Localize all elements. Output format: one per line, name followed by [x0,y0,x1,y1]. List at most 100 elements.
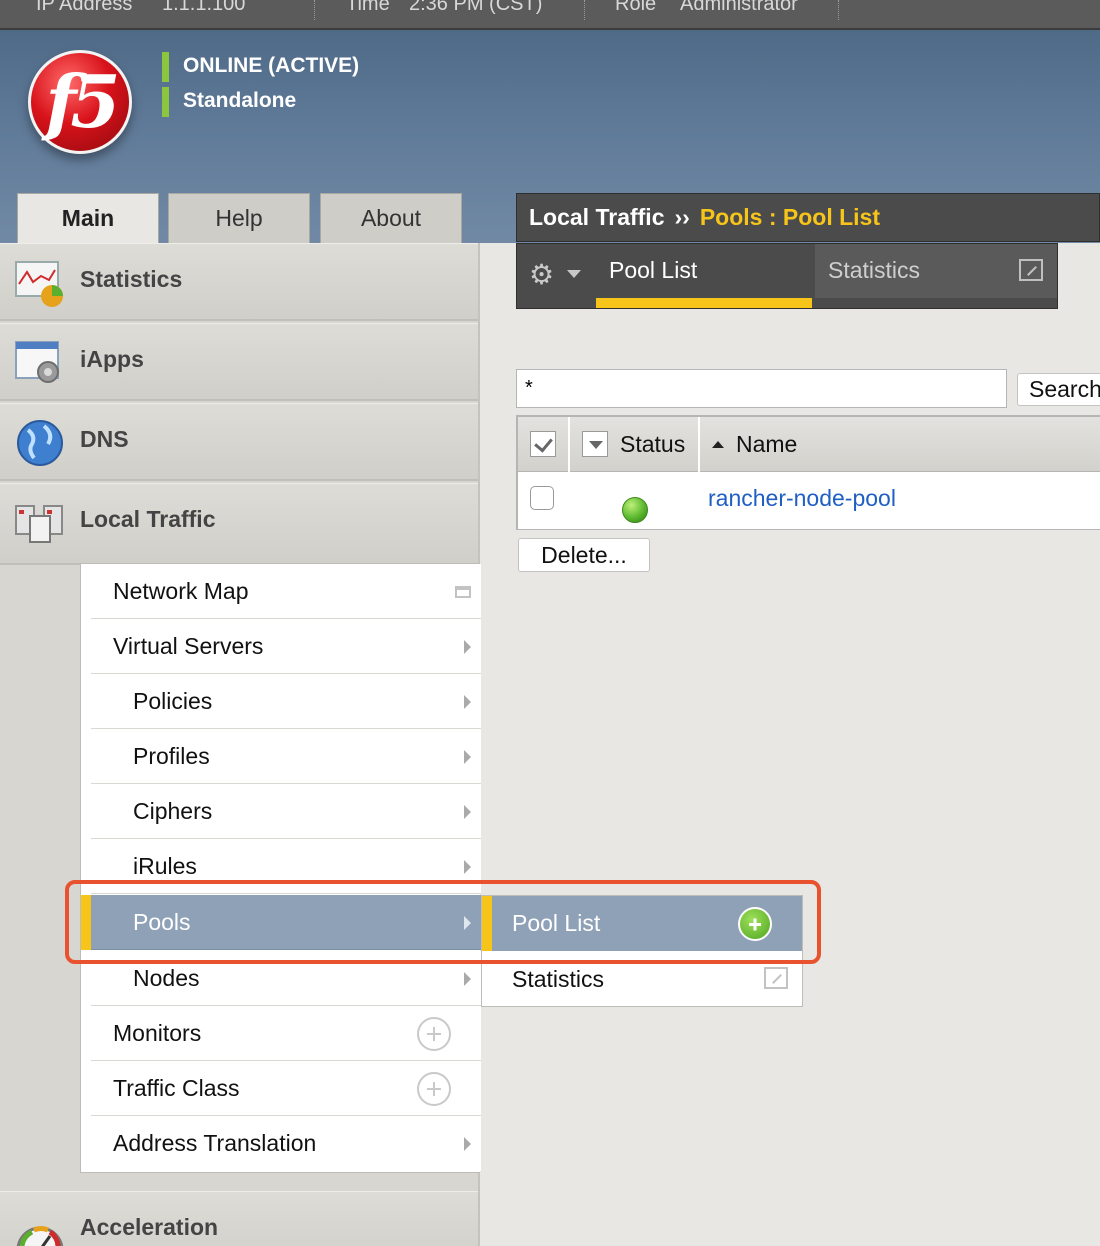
breadcrumb-page: Pools : Pool List [699,204,880,230]
row-checkbox[interactable] [530,486,554,510]
subtab-statistics[interactable]: Statistics [815,244,1057,298]
delete-button[interactable]: Delete... [518,538,650,572]
dns-globe-icon [17,420,63,466]
table-header: Status Name [518,417,1100,472]
menu-item-label: Traffic Class [113,1075,240,1101]
acceleration-gauge-icon [16,1226,64,1246]
chevron-right-icon [464,640,471,654]
sub-tab-bar: ⚙ Pool List Statistics [516,243,1058,309]
pool-name-link[interactable]: rancher-node-pool [708,485,896,512]
table-row: rancher-node-pool [518,473,1100,529]
menu-item-nodes[interactable]: Nodes [91,951,481,1006]
menu-item-label: Monitors [113,1020,202,1046]
add-traffic-class-icon[interactable] [417,1072,451,1106]
sidebar-section-local-traffic[interactable]: Local Traffic [0,483,478,565]
subtab-statistics-label: Statistics [828,257,921,283]
chevron-right-icon [464,916,471,930]
breadcrumb-separator: ›› [674,204,690,230]
breadcrumb-section[interactable]: Local Traffic [529,204,664,230]
search-input[interactable] [516,369,1007,408]
status-available-icon [622,497,648,523]
statistics-icon [15,261,63,307]
menu-item-ciphers[interactable]: Ciphers [91,784,481,839]
sidebar-section-label: DNS [80,426,129,452]
select-all-cell [518,417,570,472]
active-indicator [482,896,492,951]
ip-address-label: IP Address [36,0,133,15]
device-status: ONLINE (ACTIVE) [162,52,359,82]
search-button[interactable]: Search [1017,373,1100,406]
name-column-label: Name [736,431,798,457]
subtab-pool-list[interactable]: Pool List [596,244,812,308]
role-label: Role [615,0,657,15]
sidebar-section-dns[interactable]: DNS [0,403,478,481]
menu-item-monitors[interactable]: Monitors [91,1006,481,1061]
column-header-name[interactable]: Name [702,417,1100,472]
popout-icon [455,586,471,598]
topbar-divider [584,0,585,20]
chevron-right-icon [464,805,471,819]
device-mode: Standalone [162,87,296,117]
status-filter-dropdown[interactable] [582,431,608,457]
iapps-icon [15,341,59,383]
breadcrumb: Local Traffic ›› Pools : Pool List [516,193,1100,242]
sidebar-section-iapps[interactable]: iApps [0,323,478,401]
column-header-status[interactable]: Status [570,417,700,472]
chevron-down-icon [567,270,581,278]
flyout-item-statistics[interactable]: Statistics [482,952,802,1006]
popout-icon [764,967,788,989]
flyout-item-label: Statistics [512,966,605,992]
active-indicator [81,895,91,950]
sidebar-section-label: Local Traffic [80,506,216,532]
menu-item-label: Policies [133,688,213,714]
menu-item-irules[interactable]: iRules [91,839,481,894]
tab-help[interactable]: Help [168,193,310,243]
chevron-right-icon [464,695,471,709]
menu-item-network-map[interactable]: Network Map [91,564,481,619]
menu-item-address-translation[interactable]: Address Translation [91,1116,481,1171]
local-traffic-icon [15,505,63,543]
gear-icon: ⚙ [529,259,555,290]
menu-item-policies[interactable]: Policies [91,674,481,729]
chevron-right-icon [464,1137,471,1151]
menu-item-label: iRules [133,853,197,879]
topbar-divider [314,0,315,20]
add-pool-icon[interactable] [738,907,772,941]
sidebar-section-label: Statistics [80,266,183,292]
menu-item-label: Network Map [113,578,249,604]
local-traffic-menu: Network Map Virtual Servers Policies Pro… [80,563,481,1173]
menu-item-traffic-class[interactable]: Traffic Class [91,1061,481,1116]
select-all-checkbox[interactable] [530,431,556,457]
top-status-bar: IP Address 1.1.1.100 Time 2:36 PM (CST) … [0,0,1100,30]
menu-item-label: Nodes [133,965,200,991]
time-label: Time [346,0,390,15]
tab-main[interactable]: Main [17,193,159,243]
status-column-label: Status [620,431,686,457]
flyout-item-label: Pool List [512,910,601,936]
flyout-item-pool-list[interactable]: Pool List [482,896,802,951]
menu-item-pools[interactable]: Pools [81,895,481,950]
sidebar-section-acceleration[interactable]: Acceleration [0,1191,478,1246]
topbar-divider [838,0,839,20]
menu-item-label: Profiles [133,743,210,769]
menu-item-profiles[interactable]: Profiles [91,729,481,784]
role-value: Administrator [680,0,798,15]
chevron-right-icon [464,750,471,764]
menu-item-virtual-servers[interactable]: Virtual Servers [91,619,481,674]
add-monitor-icon[interactable] [417,1017,451,1051]
pool-table: Status Name rancher-node-pool [516,415,1100,530]
menu-item-label: Address Translation [113,1130,317,1156]
tab-about[interactable]: About [320,193,462,243]
sidebar-section-label: Acceleration [80,1214,219,1240]
menu-item-label: Virtual Servers [113,633,264,659]
sidebar-section-statistics[interactable]: Statistics [0,243,478,321]
sort-ascending-icon [712,441,724,448]
menu-item-label: Pools [133,909,191,935]
ip-address-value: 1.1.1.100 [162,0,246,15]
popout-icon [1019,259,1043,281]
chevron-right-icon [464,860,471,874]
f5-logo: f5 [28,50,132,154]
gear-menu-button[interactable]: ⚙ [517,244,595,308]
menu-item-label: Ciphers [133,798,213,824]
sidebar-section-label: iApps [80,346,144,372]
